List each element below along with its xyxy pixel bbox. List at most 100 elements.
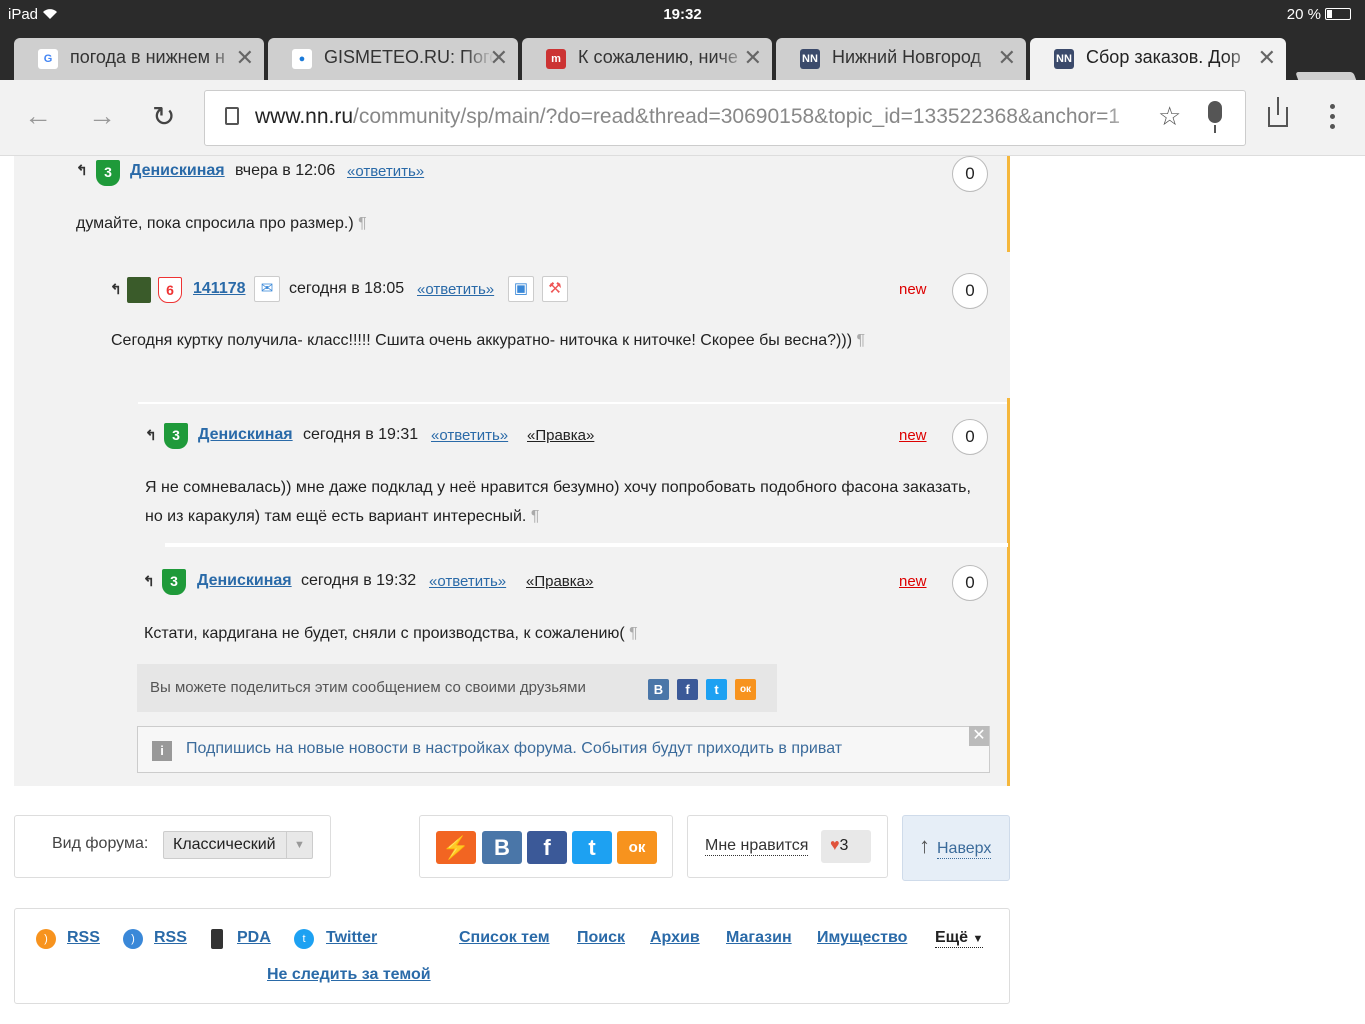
comment-time: сегодня в 19:32 <box>301 572 417 589</box>
reply-link[interactable]: «ответить» <box>347 163 424 180</box>
heart-icon: ♥ <box>830 837 840 854</box>
twitter-icon[interactable]: t <box>572 831 612 864</box>
comment-author[interactable]: 141178 <box>193 280 246 298</box>
facebook-icon[interactable]: f <box>677 679 698 700</box>
twitter-link[interactable]: Twitter <box>326 929 377 947</box>
vk-icon[interactable]: В <box>648 679 669 700</box>
reply-arrow-icon[interactable]: ↰ <box>76 162 88 179</box>
level-badge: 3 <box>96 160 120 186</box>
menu-icon[interactable] <box>1330 104 1335 134</box>
odnoklassniki-icon[interactable]: ок <box>735 679 756 700</box>
page-content: ↰ 3 Денискиная вчера в 12:06 «ответить» … <box>0 156 1365 1024</box>
phone-icon <box>211 929 223 949</box>
pda-link[interactable]: PDA <box>237 929 271 947</box>
new-label[interactable]: new <box>899 427 927 444</box>
reply-link[interactable]: «ответить» <box>417 281 494 298</box>
nn-icon: NN <box>800 49 820 69</box>
comment-time: сегодня в 19:31 <box>303 426 419 443</box>
share-icon[interactable] <box>1268 97 1288 127</box>
info-icon: i <box>152 741 172 761</box>
tab-strip: G погода в нижнем н ✕ ● GISMETEO.RU: Пог… <box>0 30 1365 98</box>
like-count[interactable]: ♥3 <box>821 830 871 863</box>
reply-link[interactable]: «ответить» <box>431 427 508 444</box>
rating-counter[interactable]: 0 <box>952 273 988 309</box>
comment-time: вчера в 12:06 <box>235 162 336 179</box>
twitter-icon[interactable]: t <box>706 679 727 700</box>
property-link[interactable]: Имущество <box>817 929 907 947</box>
comment-text: Я не сомневалась)) мне даже подклад у не… <box>145 479 971 525</box>
nn-icon: NN <box>1054 49 1074 69</box>
archive-link[interactable]: Архив <box>650 929 700 947</box>
level-badge: 6 <box>158 277 182 303</box>
comment-author[interactable]: Денискиная <box>197 572 292 590</box>
shop-link[interactable]: Магазин <box>726 929 792 947</box>
close-tab-icon[interactable]: ✕ <box>744 45 762 71</box>
battery-icon <box>1325 8 1351 20</box>
site-icon: m <box>546 49 566 69</box>
url-text[interactable]: www.nn.ru/community/sp/main/?do=read&thr… <box>255 105 1145 129</box>
close-tab-icon[interactable]: ✕ <box>236 45 254 71</box>
rss-icon: ) <box>123 929 143 949</box>
topics-link[interactable]: Список тем <box>459 929 550 947</box>
like-button[interactable]: Мне нравится <box>705 837 809 856</box>
rating-counter[interactable]: 0 <box>952 156 988 192</box>
bookmark-star-icon[interactable]: ☆ <box>1158 101 1181 132</box>
level-badge: 3 <box>162 569 186 595</box>
social-buttons-box: ⚡ B f t ок <box>419 815 673 878</box>
tab-gismeteo[interactable]: ● GISMETEO.RU: Пого ✕ <box>268 38 518 80</box>
clock: 19:32 <box>663 6 702 23</box>
unfollow-link[interactable]: Не следить за темой <box>267 966 431 984</box>
tab-active-orders[interactable]: NN Сбор заказов. Дор ✕ <box>1030 38 1286 80</box>
hammer-icon[interactable]: ⚒ <box>542 276 568 302</box>
microphone-icon[interactable] <box>1208 101 1222 133</box>
comment-author[interactable]: Денискиная <box>198 426 293 444</box>
forum-view-select[interactable]: Классический ▼ <box>163 831 313 859</box>
notice-text[interactable]: Подпишись на новые новости в настройках … <box>186 740 842 758</box>
avatar <box>127 277 151 303</box>
close-tab-icon[interactable]: ✕ <box>998 45 1016 71</box>
vk-icon[interactable]: B <box>482 831 522 864</box>
footer-links: ) RSS ) RSS PDA t Twitter Список тем Пои… <box>14 908 1010 1004</box>
rating-counter[interactable]: 0 <box>952 419 988 455</box>
arrow-up-icon: ↑ <box>919 833 930 858</box>
page-icon <box>225 107 239 125</box>
close-icon[interactable]: ✕ <box>969 726 989 746</box>
back-icon[interactable]: ← <box>24 100 52 132</box>
facebook-icon[interactable]: f <box>527 831 567 864</box>
like-box: Мне нравится ♥3 <box>687 815 888 878</box>
browser-toolbar: ← → ↻ www.nn.ru/community/sp/main/?do=re… <box>0 80 1365 156</box>
divider <box>165 543 1008 547</box>
reply-arrow-icon[interactable]: ↰ <box>143 573 155 590</box>
message-icon[interactable]: ✉ <box>254 276 280 302</box>
forum-view-label: Вид форума: <box>52 835 149 852</box>
share-text: Вы можете поделиться этим сообщением со … <box>150 679 586 696</box>
rss-link[interactable]: RSS <box>154 929 187 947</box>
reply-arrow-icon[interactable]: ↰ <box>145 427 157 444</box>
more-menu[interactable]: Ещё ▼ <box>935 929 984 948</box>
edit-link[interactable]: «Правка» <box>526 573 593 590</box>
comment-author[interactable]: Денискиная <box>130 162 225 180</box>
tab-google[interactable]: G погода в нижнем н ✕ <box>14 38 264 80</box>
new-label[interactable]: new <box>899 573 927 590</box>
tab-nn[interactable]: NN Нижний Новгород ✕ <box>776 38 1026 80</box>
forward-icon[interactable]: → <box>88 100 116 132</box>
up-button[interactable]: ↑ Наверх <box>902 815 1010 881</box>
up-label: Наверх <box>937 840 992 859</box>
rss-link[interactable]: RSS <box>67 929 100 947</box>
close-tab-icon[interactable]: ✕ <box>1258 45 1276 71</box>
reply-arrow-icon[interactable]: ↰ <box>110 281 122 298</box>
tab-sorry[interactable]: m К сожалению, ниче ✕ <box>522 38 772 80</box>
lightning-icon[interactable]: ⚡ <box>436 831 476 864</box>
rating-counter[interactable]: 0 <box>952 565 988 601</box>
caret-down-icon: ▼ <box>972 933 984 945</box>
thread-line <box>1007 156 1010 252</box>
close-tab-icon[interactable]: ✕ <box>490 45 508 71</box>
address-bar[interactable]: www.nn.ru/community/sp/main/?do=read&thr… <box>204 90 1246 146</box>
reload-icon[interactable]: ↻ <box>152 100 175 133</box>
gift-icon[interactable]: ▣ <box>508 276 534 302</box>
google-icon: G <box>38 49 58 69</box>
edit-link[interactable]: «Правка» <box>527 427 594 444</box>
odnoklassniki-icon[interactable]: ок <box>617 831 657 864</box>
reply-link[interactable]: «ответить» <box>429 573 506 590</box>
search-link[interactable]: Поиск <box>577 929 625 947</box>
